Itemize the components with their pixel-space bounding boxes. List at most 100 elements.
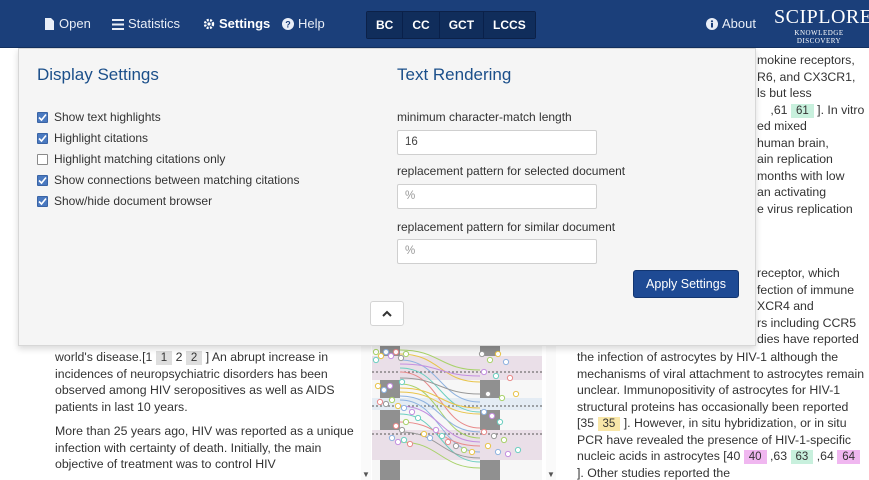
logo-text: SCIPLORE — [774, 6, 869, 28]
setting-checkbox-row[interactable]: Show/hide document browser — [37, 194, 212, 208]
citation-node — [488, 412, 496, 420]
checkbox-label: Highlight matching citations only — [54, 152, 226, 166]
text-span: an activating — [757, 185, 827, 199]
text-line: rs including CCR5 — [757, 315, 869, 332]
document-browser[interactable] — [372, 342, 542, 480]
citation-node — [372, 348, 380, 356]
citation-node — [388, 434, 396, 442]
citation-node — [480, 428, 488, 436]
citation-node — [500, 436, 508, 444]
nav-open-label: Open — [59, 16, 91, 31]
citation-node — [494, 350, 502, 358]
citation-node — [426, 434, 434, 442]
citation-node — [402, 350, 410, 358]
file-icon — [45, 18, 54, 30]
info-icon — [706, 18, 718, 30]
text-line: human brain, — [757, 135, 869, 152]
citation-node — [392, 422, 400, 430]
citation-highlight[interactable]: 1 — [155, 351, 173, 365]
citation-node — [502, 358, 510, 366]
right-scrollbar[interactable]: ▼ — [546, 342, 556, 480]
checkbox-checked[interactable] — [37, 195, 48, 207]
citation-highlight[interactable]: 40 — [743, 450, 767, 464]
highlight-band — [372, 356, 542, 380]
checkbox-checked[interactable] — [37, 132, 48, 144]
tab-bc[interactable]: BC — [367, 12, 404, 38]
citation-highlight[interactable]: 64 — [837, 450, 861, 464]
citation-node — [382, 348, 390, 356]
gear-icon — [203, 18, 215, 30]
text-span: e virus replication — [757, 201, 853, 216]
min-match-label: minimum character-match length — [397, 110, 572, 124]
citation-node — [388, 396, 396, 404]
text-span: ,61 — [767, 102, 791, 117]
setting-checkbox-row[interactable]: Highlight matching citations only — [37, 152, 225, 166]
citation-node — [460, 446, 468, 454]
text-span: ls but less — [757, 86, 812, 100]
tab-lccs[interactable]: LCCS — [484, 12, 535, 38]
citation-highlight[interactable]: 63 — [790, 450, 814, 464]
setting-checkbox-row[interactable]: Show connections between matching citati… — [37, 173, 299, 187]
text-line: dies have reported — [757, 331, 869, 348]
logo-subtext: KNOWLEDGE DISCOVERY — [794, 29, 844, 45]
nav-open[interactable]: Open — [44, 0, 91, 48]
right-document-paragraph: the infection of astrocytes by HIV-1 alt… — [577, 349, 867, 480]
citation-highlight[interactable]: 2 — [185, 351, 203, 365]
setting-checkbox-row[interactable]: Highlight citations — [37, 131, 148, 145]
text-span: ]. In vitro — [813, 102, 865, 117]
checkbox-checked[interactable] — [37, 111, 48, 123]
citation-node — [498, 394, 506, 402]
top-navbar: Open Statistics Settings ? Help BC CC GCT… — [0, 0, 869, 48]
scroll-down-arrow-icon[interactable]: ▼ — [547, 470, 555, 479]
min-match-input[interactable]: 16 — [397, 130, 597, 155]
apply-settings-button[interactable]: Apply Settings — [633, 270, 739, 298]
citation-node — [394, 438, 402, 446]
citation-node — [394, 402, 402, 410]
citation-node — [478, 350, 486, 358]
setting-checkbox-row[interactable]: Show text highlights — [37, 110, 161, 124]
text-span: ,63 — [766, 449, 791, 463]
nav-help-label: Help — [298, 16, 325, 31]
citation-node — [402, 418, 410, 426]
citation-highlight[interactable]: 61 — [790, 103, 814, 118]
checkbox-label: Show/hide document browser — [54, 194, 213, 208]
nav-settings[interactable]: Settings — [203, 0, 270, 48]
checkbox-unchecked[interactable] — [37, 153, 48, 165]
left-scrollbar[interactable]: ▼ — [361, 342, 371, 480]
citation-node — [492, 372, 500, 380]
text-line: e virus replication — [757, 201, 869, 218]
text-span: fection of immune — [757, 282, 855, 297]
tab-cc[interactable]: CC — [403, 12, 440, 38]
text-span: More than 25 years ago, HIV was reported… — [55, 424, 354, 471]
citation-node — [398, 426, 406, 434]
citation-node — [382, 400, 390, 408]
citation-node — [387, 352, 395, 360]
nav-statistics[interactable]: Statistics — [112, 0, 180, 48]
help-icon: ? — [282, 18, 294, 30]
text-span: ain replication — [757, 152, 833, 166]
citation-node — [506, 374, 514, 382]
checkbox-checked[interactable] — [37, 174, 48, 186]
paragraph: More than 25 years ago, HIV was reported… — [55, 423, 355, 473]
text-line: ls but less — [757, 85, 869, 102]
citation-node — [484, 442, 492, 450]
citation-node — [386, 382, 394, 390]
pattern-similar-input[interactable]: % — [397, 239, 597, 264]
citation-node — [486, 356, 494, 364]
text-span: R6, and CX3CR1, — [757, 69, 856, 84]
pattern-selected-input[interactable]: % — [397, 184, 597, 209]
citation-node — [392, 348, 400, 356]
display-settings-title: Display Settings — [37, 65, 159, 84]
tab-gct[interactable]: GCT — [439, 12, 485, 38]
nav-about[interactable]: About — [706, 0, 756, 48]
citation-node — [480, 368, 488, 376]
citation-node — [494, 448, 502, 456]
text-line: mokine receptors, — [757, 52, 869, 69]
text-span: dies have reported — [757, 332, 859, 346]
citation-node — [376, 398, 384, 406]
collapse-panel-button[interactable] — [370, 301, 404, 326]
nav-help[interactable]: ? Help — [282, 0, 325, 48]
sciplore-logo[interactable]: SCIPLORE KNOWLEDGE DISCOVERY — [774, 6, 869, 45]
citation-highlight[interactable]: 35 — [597, 417, 621, 431]
scroll-down-arrow-icon[interactable]: ▼ — [362, 470, 370, 479]
